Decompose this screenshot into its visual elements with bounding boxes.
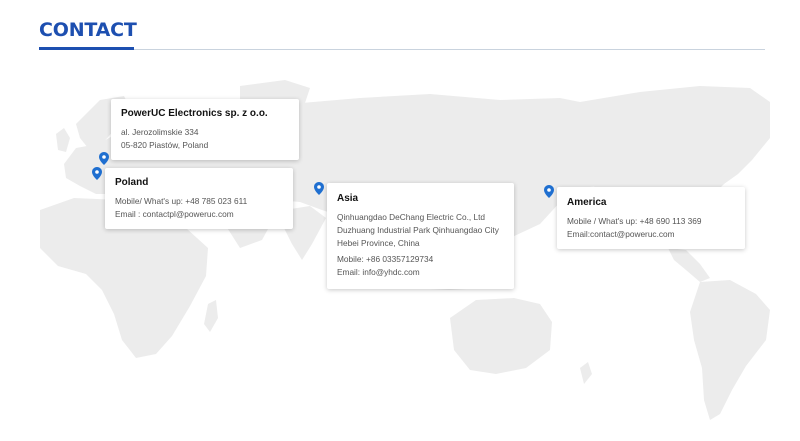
- office-company: Qinhuangdao DeChang Electric Co., Ltd: [337, 212, 486, 222]
- map-pin-icon[interactable]: [314, 182, 324, 195]
- office-email-link[interactable]: Email : contactpl@poweruc.com: [115, 208, 283, 221]
- contact-header: CONTACT: [39, 18, 765, 50]
- header-divider: [39, 49, 765, 50]
- map-pin-icon[interactable]: [92, 167, 102, 180]
- office-card-america: America Mobile / What's up: +48 690 113 …: [557, 187, 745, 249]
- office-card-headquarters: PowerUC Electronics sp. z o.o. al. Jeroz…: [111, 99, 299, 160]
- office-card-poland: Poland Mobile/ What's up: +48 785 023 61…: [105, 168, 293, 229]
- header-accent-bar: [39, 47, 134, 50]
- office-address-line2: 05-820 Piastów, Poland: [121, 140, 209, 150]
- office-mobile: Mobile: +86 03357129734: [337, 254, 434, 264]
- office-name: PowerUC Electronics sp. z o.o.: [121, 108, 268, 119]
- office-mobile: Mobile / What's up: +48 690 113 369: [567, 216, 702, 226]
- map-pin-icon[interactable]: [99, 152, 109, 165]
- office-address-line1: al. Jerozolimskie 334: [121, 127, 199, 137]
- map-pin-icon[interactable]: [544, 185, 554, 198]
- office-email-link[interactable]: Email:contact@poweruc.com: [567, 228, 735, 241]
- office-email-link[interactable]: Email: info@yhdc.com: [337, 266, 504, 279]
- office-name: America: [567, 197, 607, 208]
- office-mobile: Mobile/ What's up: +48 785 023 611: [115, 196, 248, 206]
- office-address-line2: Hebei Province, China: [337, 238, 420, 248]
- office-name: Asia: [337, 193, 359, 204]
- office-card-asia: Asia Qinhuangdao DeChang Electric Co., L…: [327, 183, 514, 289]
- office-address-line1: Duzhuang Industrial Park Qinhuangdao Cit…: [337, 225, 499, 235]
- page-title: CONTACT: [39, 19, 137, 41]
- office-name: Poland: [115, 177, 149, 188]
